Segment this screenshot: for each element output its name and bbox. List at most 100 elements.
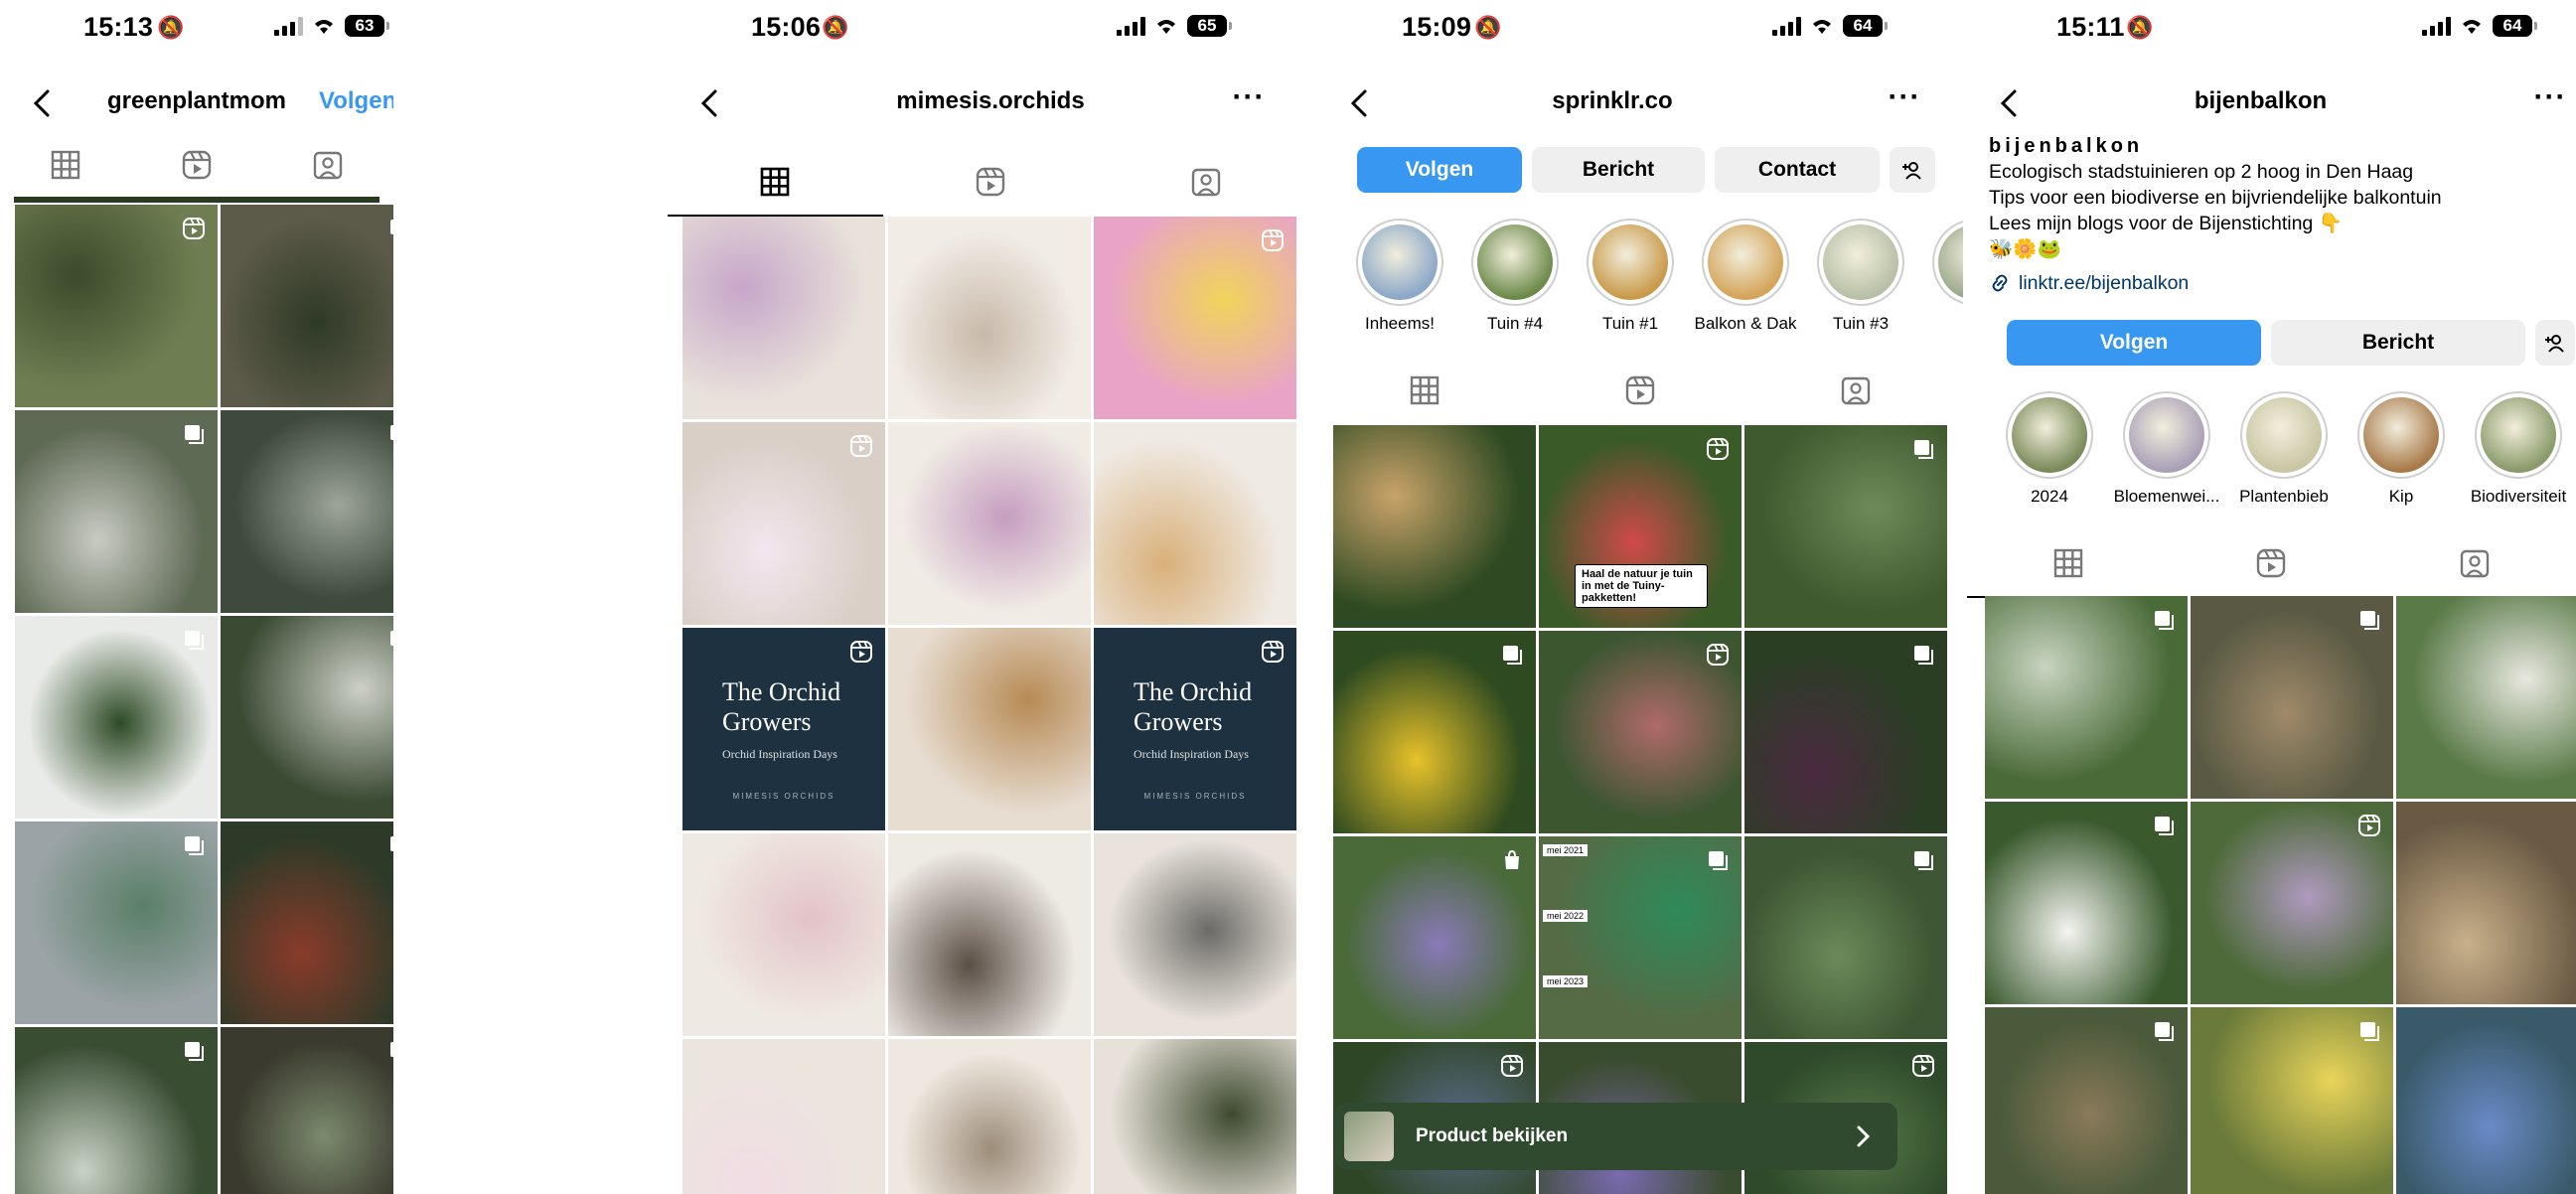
- tab-tagged[interactable]: [262, 135, 393, 195]
- story-highlight[interactable]: Inheems!: [1353, 219, 1446, 334]
- story-highlight[interactable]: I: [1929, 219, 1963, 334]
- tab-tagged[interactable]: [1747, 356, 1963, 425]
- tab-grid[interactable]: [1967, 528, 2171, 598]
- profile-action-buttons: Volgen Bericht: [2007, 320, 2575, 366]
- post-tile[interactable]: [2191, 802, 2393, 1004]
- suggest-users-button[interactable]: [1890, 147, 1935, 193]
- post-tile[interactable]: The Orchid Growers Orchid Inspiration Day…: [1094, 628, 1296, 830]
- post-tile[interactable]: [15, 1027, 218, 1194]
- highlight-ring: [1471, 219, 1559, 306]
- more-options-icon[interactable]: ···: [1232, 82, 1266, 119]
- reel-icon: [2357, 814, 2381, 837]
- highlight-ring: [1587, 219, 1674, 306]
- message-button[interactable]: Bericht: [2271, 320, 2525, 366]
- follow-button[interactable]: Volgen: [1357, 147, 1522, 193]
- story-highlight[interactable]: Tuin #1: [1584, 219, 1677, 334]
- post-tile[interactable]: [221, 821, 393, 1024]
- post-tile[interactable]: [2191, 1007, 2393, 1194]
- follow-link[interactable]: Volgen: [319, 87, 393, 115]
- story-highlight[interactable]: Tuin #4: [1468, 219, 1562, 334]
- tab-reels[interactable]: [131, 135, 262, 195]
- post-grid: [15, 205, 393, 1194]
- grid-icon: [51, 150, 80, 180]
- story-highlight[interactable]: 2024: [2003, 391, 2096, 507]
- tab-grid[interactable]: [668, 147, 883, 217]
- tab-grid[interactable]: [1317, 356, 1533, 425]
- suggest-users-button[interactable]: [2535, 320, 2575, 366]
- tab-tagged[interactable]: [2373, 528, 2576, 598]
- more-options-icon[interactable]: ···: [1888, 82, 1921, 119]
- post-tile[interactable]: [221, 410, 393, 613]
- tab-reels[interactable]: [883, 147, 1099, 217]
- post-tile[interactable]: [682, 833, 885, 1036]
- post-tile[interactable]: [2396, 596, 2576, 799]
- more-options-icon[interactable]: ···: [2533, 82, 2567, 119]
- highlight-label: Kip: [2388, 487, 2414, 506]
- highlight-cover: [1362, 224, 1438, 300]
- tab-tagged[interactable]: [1098, 147, 1313, 217]
- post-tile[interactable]: [888, 833, 1091, 1036]
- contact-button[interactable]: Contact: [1715, 147, 1880, 193]
- post-tile[interactable]: [1094, 1039, 1296, 1194]
- tile-subtitle-text: Orchid Inspiration Days: [1134, 747, 1249, 761]
- post-tile[interactable]: [682, 217, 885, 419]
- tab-reels[interactable]: [2170, 528, 2372, 598]
- post-tile[interactable]: [1094, 422, 1296, 625]
- post-tile[interactable]: [1094, 833, 1296, 1036]
- post-tile[interactable]: [1985, 596, 2188, 799]
- post-tile[interactable]: [1539, 631, 1742, 833]
- nav-bar: mimesis.orchids ···: [668, 77, 1313, 127]
- post-tile[interactable]: [888, 1039, 1091, 1194]
- carousel-icon: [2152, 814, 2176, 837]
- post-tile[interactable]: [1744, 836, 1947, 1039]
- highlight-cover: [1823, 224, 1898, 300]
- post-tile[interactable]: [1744, 425, 1947, 628]
- post-tile[interactable]: [15, 410, 218, 613]
- post-tile[interactable]: [888, 422, 1091, 625]
- post-tile[interactable]: [2191, 596, 2393, 799]
- message-button[interactable]: Bericht: [1532, 147, 1705, 193]
- post-tile[interactable]: mei 2021 mei 2022 mei 2023: [1539, 836, 1742, 1039]
- post-tile[interactable]: [15, 616, 218, 819]
- post-tile[interactable]: [1094, 217, 1296, 419]
- post-tile[interactable]: [682, 1039, 885, 1194]
- post-tile[interactable]: [1985, 802, 2188, 1004]
- post-tile[interactable]: [682, 422, 885, 625]
- post-tile[interactable]: [221, 616, 393, 819]
- post-tile[interactable]: [1985, 1007, 2188, 1194]
- tab-reels[interactable]: [1533, 356, 1748, 425]
- post-tile[interactable]: [1333, 836, 1536, 1039]
- post-tile[interactable]: [1333, 425, 1536, 628]
- story-highlight[interactable]: Plantenbieb: [2237, 391, 2331, 507]
- story-highlight[interactable]: Biodiversiteit: [2471, 391, 2566, 507]
- story-highlight[interactable]: Tuin #3: [1814, 219, 1907, 334]
- highlight-label: 2024: [2031, 487, 2068, 506]
- story-highlight[interactable]: Kip: [2354, 391, 2448, 507]
- story-highlight[interactable]: Bloemenwei...: [2114, 391, 2219, 507]
- post-tile[interactable]: [15, 821, 218, 1024]
- post-tile[interactable]: [221, 205, 393, 407]
- profile-tabs: [1967, 528, 2576, 598]
- post-tile[interactable]: [2396, 1007, 2576, 1194]
- post-tile[interactable]: The Orchid Growers Orchid Inspiration Day…: [682, 628, 885, 830]
- tile-subtitle-text: Orchid Inspiration Days: [722, 747, 837, 761]
- story-highlights: 2024 Bloemenwei... Plantenbieb Kip Biodivers…: [2003, 391, 2566, 507]
- carousel-icon: [2357, 608, 2381, 632]
- follow-button[interactable]: Volgen: [2007, 320, 2261, 366]
- post-tile[interactable]: [888, 628, 1091, 830]
- post-tile[interactable]: [888, 217, 1091, 419]
- post-tile[interactable]: [1333, 631, 1536, 833]
- post-tile[interactable]: [1744, 631, 1947, 833]
- highlight-ring: [1702, 219, 1789, 306]
- story-highlight[interactable]: Balkon & Dak: [1695, 219, 1797, 334]
- post-tile[interactable]: [221, 1027, 393, 1194]
- bio-link[interactable]: linktr.ee/bijenbalkon: [1989, 270, 2545, 296]
- post-tile[interactable]: [15, 205, 218, 407]
- highlight-label: Tuin #3: [1832, 314, 1890, 333]
- view-product-bar[interactable]: Product bekijken: [1335, 1103, 1897, 1170]
- post-tile[interactable]: Haal de natuur je tuin in met de Tuiny-p…: [1539, 425, 1742, 628]
- status-bar: 15:11 🔕 64: [1967, 0, 2576, 60]
- tab-grid[interactable]: [0, 135, 131, 195]
- reel-icon: [1706, 643, 1730, 667]
- post-tile[interactable]: [2396, 802, 2576, 1004]
